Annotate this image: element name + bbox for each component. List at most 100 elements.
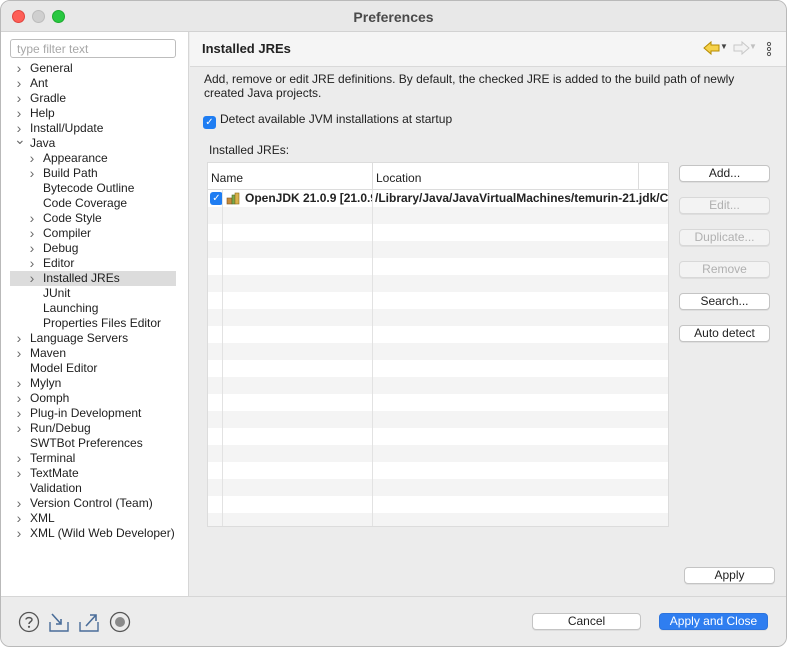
chevron-right-icon[interactable]: › xyxy=(14,406,24,421)
table-row[interactable] xyxy=(208,343,668,360)
chevron-right-icon[interactable]: › xyxy=(14,346,24,361)
import-icon[interactable] xyxy=(48,611,70,633)
column-header-location[interactable]: Location xyxy=(376,171,421,185)
tree-item[interactable]: › Compiler xyxy=(10,226,176,241)
tree-item[interactable]: › XML xyxy=(10,511,176,526)
tree-item[interactable]: Launching xyxy=(10,301,176,316)
edit-button[interactable]: Edit... xyxy=(679,197,770,214)
tree-item[interactable]: › Maven xyxy=(10,346,176,361)
cancel-button[interactable]: Cancel xyxy=(532,613,641,630)
column-header-name[interactable]: Name xyxy=(211,171,243,185)
chevron-right-icon[interactable]: › xyxy=(14,526,24,541)
table-row[interactable] xyxy=(208,224,668,241)
table-row[interactable] xyxy=(208,258,668,275)
chevron-right-icon[interactable]: › xyxy=(27,256,37,271)
tree-item[interactable]: › Version Control (Team) xyxy=(10,496,176,511)
chevron-right-icon[interactable]: › xyxy=(14,76,24,91)
table-row[interactable] xyxy=(208,326,668,343)
chevron-right-icon[interactable]: › xyxy=(27,211,37,226)
chevron-right-icon[interactable]: › xyxy=(14,451,24,466)
table-row[interactable] xyxy=(208,496,668,513)
tree-item[interactable]: ⌄ Java xyxy=(10,132,176,151)
tree-item[interactable]: › Gradle xyxy=(10,91,176,106)
table-row[interactable] xyxy=(208,207,668,224)
chevron-down-icon[interactable]: ⌄ xyxy=(14,132,26,147)
kebab-menu-icon[interactable] xyxy=(766,41,772,57)
export-icon[interactable] xyxy=(78,611,100,633)
table-row[interactable] xyxy=(208,360,668,377)
add-button[interactable]: Add... xyxy=(679,165,770,182)
tree-item[interactable]: › Help xyxy=(10,106,176,121)
tree-item[interactable]: › Terminal xyxy=(10,451,176,466)
table-row[interactable] xyxy=(208,462,668,479)
tree-item[interactable]: › Install/Update xyxy=(10,121,176,136)
column-divider[interactable] xyxy=(372,163,373,189)
forward-dropdown-icon[interactable]: ▼ xyxy=(749,42,757,51)
table-row[interactable] xyxy=(208,479,668,496)
installed-jres-table[interactable]: Name Location ✓ OpenJDK 21.0.9 [21.0.9/Li… xyxy=(207,162,669,527)
chevron-right-icon[interactable]: › xyxy=(14,61,24,76)
tree-item[interactable]: › General xyxy=(10,61,176,76)
tree-item[interactable]: › Plug-in Development xyxy=(10,406,176,421)
tree-item[interactable]: › Build Path xyxy=(10,166,176,181)
chevron-right-icon[interactable]: › xyxy=(14,91,24,106)
chevron-right-icon[interactable]: › xyxy=(14,466,24,481)
chevron-right-icon[interactable]: › xyxy=(14,496,24,511)
chevron-right-icon[interactable]: › xyxy=(14,331,24,346)
table-row[interactable] xyxy=(208,411,668,428)
table-row[interactable] xyxy=(208,445,668,462)
detect-jvm-checkbox-row[interactable]: ✓ Detect available JVM installations at s… xyxy=(203,111,452,129)
record-icon[interactable] xyxy=(109,611,131,633)
arrow-left-icon[interactable] xyxy=(703,40,721,56)
tree-item[interactable]: › Code Style xyxy=(10,211,176,226)
tree-item[interactable]: Properties Files Editor xyxy=(10,316,176,331)
table-row[interactable] xyxy=(208,513,668,526)
table-row[interactable] xyxy=(208,275,668,292)
chevron-right-icon[interactable]: › xyxy=(27,226,37,241)
duplicate-button[interactable]: Duplicate... xyxy=(679,229,770,246)
apply-button[interactable]: Apply xyxy=(684,567,775,584)
table-row[interactable] xyxy=(208,241,668,258)
back-dropdown-icon[interactable]: ▼ xyxy=(720,42,728,51)
table-row[interactable] xyxy=(208,292,668,309)
search-button[interactable]: Search... xyxy=(679,293,770,310)
tree-item[interactable]: JUnit xyxy=(10,286,176,301)
arrow-right-icon[interactable] xyxy=(732,40,750,56)
tree-item[interactable]: › Language Servers xyxy=(10,331,176,346)
auto-detect-button[interactable]: Auto detect xyxy=(679,325,770,342)
chevron-right-icon[interactable]: › xyxy=(14,391,24,406)
detect-jvm-checkbox[interactable]: ✓ xyxy=(203,116,216,129)
chevron-right-icon[interactable]: › xyxy=(27,166,37,181)
tree-item[interactable]: › Oomph xyxy=(10,391,176,406)
tree-item[interactable]: Validation xyxy=(10,481,176,496)
tree-item[interactable]: › Debug xyxy=(10,241,176,256)
tree-item[interactable]: › Editor xyxy=(10,256,176,271)
chevron-right-icon[interactable]: › xyxy=(27,271,37,286)
tree-item[interactable]: Model Editor xyxy=(10,361,176,376)
table-row[interactable] xyxy=(208,309,668,326)
tree-item[interactable]: › Appearance xyxy=(10,151,176,166)
filter-input[interactable] xyxy=(10,39,176,58)
chevron-right-icon[interactable]: › xyxy=(27,151,37,166)
table-row[interactable]: ✓ OpenJDK 21.0.9 [21.0.9/Library/Java/Jav… xyxy=(208,190,668,207)
tree-item[interactable]: › Installed JREs xyxy=(10,271,176,286)
help-icon[interactable] xyxy=(18,611,40,633)
tree-item[interactable]: Bytecode Outline xyxy=(10,181,176,196)
column-divider[interactable] xyxy=(638,163,639,189)
table-row[interactable] xyxy=(208,428,668,445)
tree-item[interactable]: › Ant xyxy=(10,76,176,91)
tree-item[interactable]: SWTBot Preferences xyxy=(10,436,176,451)
table-row[interactable] xyxy=(208,394,668,411)
chevron-right-icon[interactable]: › xyxy=(14,106,24,121)
tree-item[interactable]: › XML (Wild Web Developer) xyxy=(10,526,176,541)
apply-and-close-button[interactable]: Apply and Close xyxy=(659,613,768,630)
chevron-right-icon[interactable]: › xyxy=(14,421,24,436)
chevron-right-icon[interactable]: › xyxy=(14,511,24,526)
tree-item[interactable]: › TextMate xyxy=(10,466,176,481)
remove-button[interactable]: Remove xyxy=(679,261,770,278)
tree-item[interactable]: › Mylyn xyxy=(10,376,176,391)
tree-item[interactable]: › Run/Debug xyxy=(10,421,176,436)
table-row[interactable] xyxy=(208,377,668,394)
tree-item[interactable]: Code Coverage xyxy=(10,196,176,211)
chevron-right-icon[interactable]: › xyxy=(14,376,24,391)
